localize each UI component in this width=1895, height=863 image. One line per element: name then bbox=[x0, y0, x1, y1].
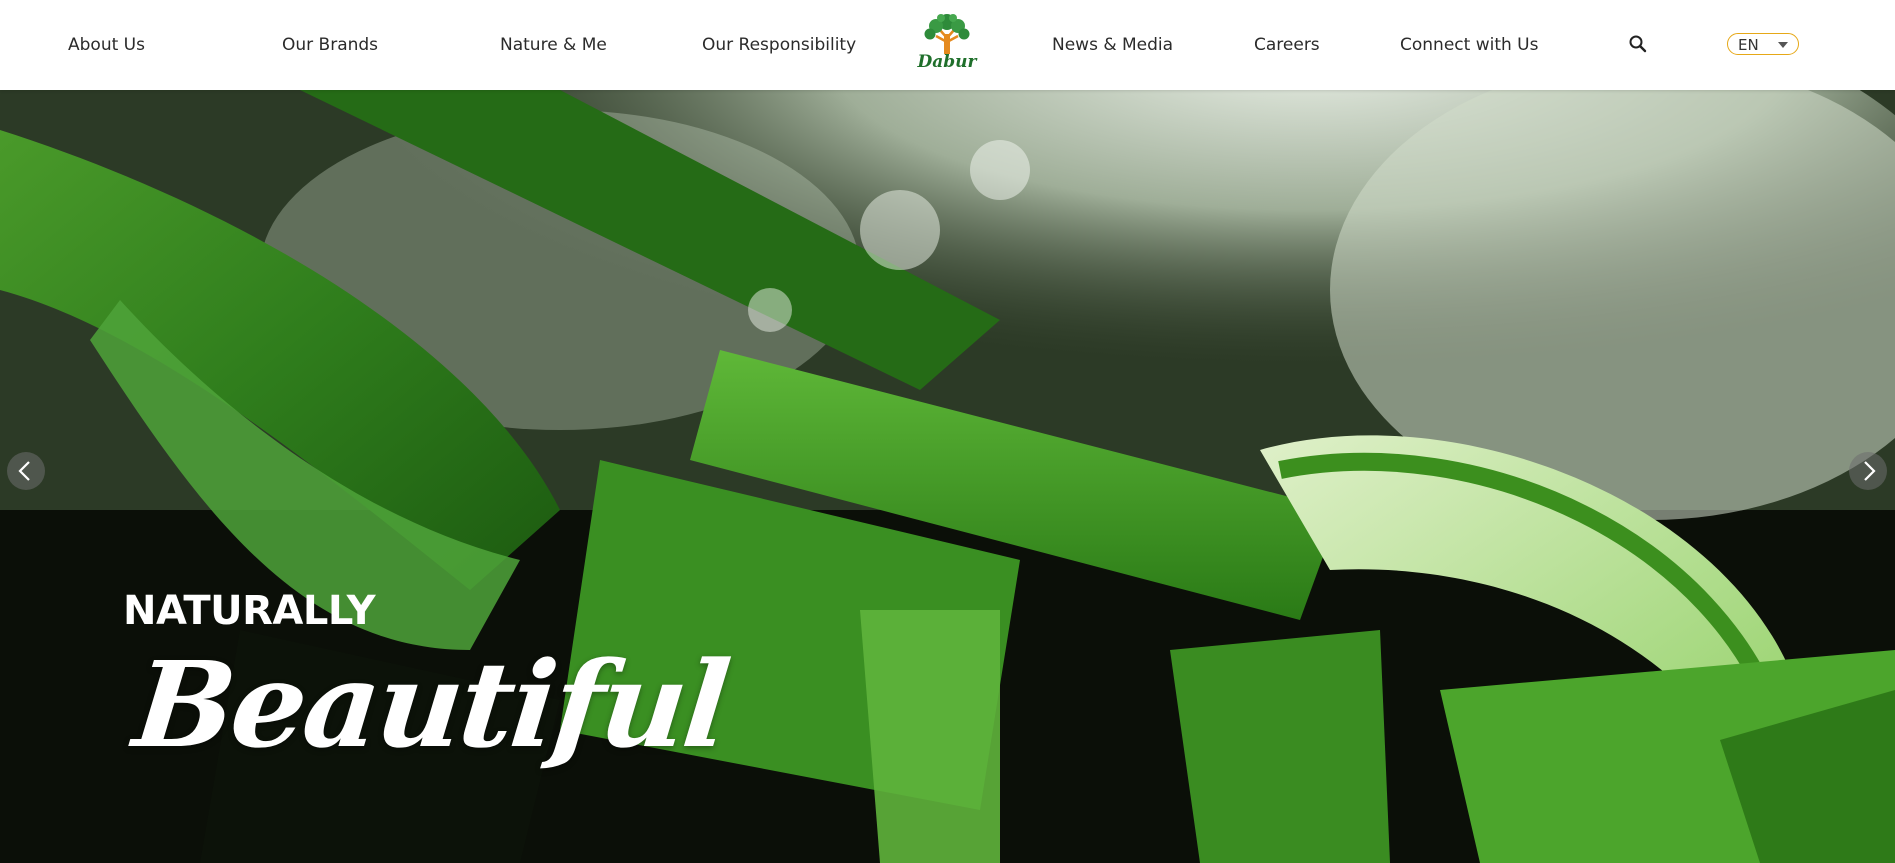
chevron-right-icon bbox=[1864, 461, 1876, 481]
language-select[interactable]: EN bbox=[1727, 33, 1799, 55]
search-icon bbox=[1629, 35, 1647, 53]
chevron-left-icon bbox=[18, 461, 30, 481]
tree-logo-icon bbox=[924, 14, 970, 54]
language-selected-value: EN bbox=[1738, 36, 1759, 54]
nav-news-and-media[interactable]: News & Media bbox=[1052, 34, 1173, 56]
nav-our-responsibility[interactable]: Our Responsibility bbox=[702, 34, 856, 56]
search-button[interactable] bbox=[1627, 33, 1649, 55]
hero-tagline-small: NATURALLY bbox=[123, 588, 376, 634]
chevron-down-icon bbox=[1778, 42, 1788, 48]
carousel-next-button[interactable] bbox=[1849, 452, 1887, 490]
nav-connect-with-us[interactable]: Connect with Us bbox=[1400, 34, 1538, 56]
hero-tagline-big: Beautiful bbox=[128, 635, 734, 774]
nav-nature-and-me[interactable]: Nature & Me bbox=[500, 34, 607, 56]
nav-about-us[interactable]: About Us bbox=[68, 34, 145, 56]
carousel-prev-button[interactable] bbox=[7, 452, 45, 490]
nav-careers[interactable]: Careers bbox=[1254, 34, 1320, 56]
nav-our-brands[interactable]: Our Brands bbox=[282, 34, 378, 56]
site-header: About Us Our Brands Nature & Me Our Resp… bbox=[0, 0, 1895, 90]
hero-banner: NATURALLY Beautiful bbox=[0, 90, 1895, 863]
logo-wordmark: Dabur bbox=[917, 52, 977, 72]
dabur-logo[interactable]: Dabur bbox=[914, 12, 980, 72]
